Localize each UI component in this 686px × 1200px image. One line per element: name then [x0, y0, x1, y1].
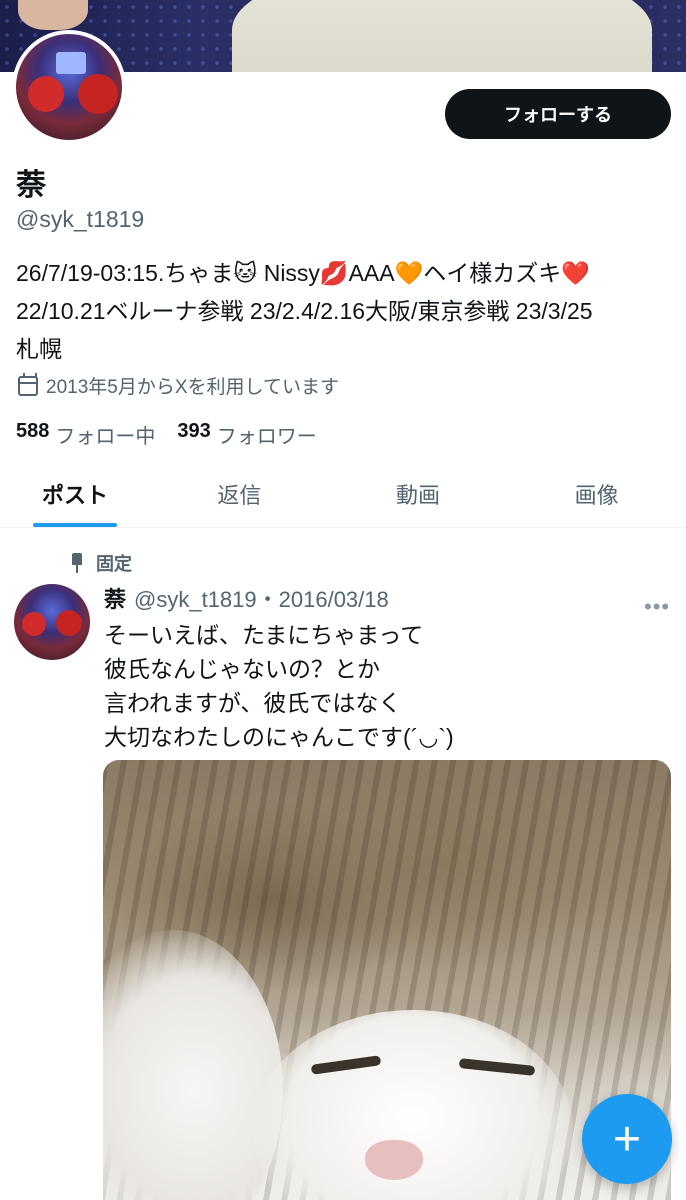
- banner-person: [232, 0, 652, 72]
- followers-label: フォロワー: [216, 426, 317, 448]
- pinned-label: 固定: [96, 554, 132, 574]
- tab-images[interactable]: 画像: [507, 460, 686, 527]
- following-count: 588: [16, 420, 50, 442]
- tab-replies[interactable]: 返信: [150, 460, 329, 527]
- avatar-figure-left: [28, 76, 64, 112]
- following-label: フォロー中: [55, 426, 156, 448]
- tab-posts[interactable]: ポスト: [0, 460, 150, 527]
- follow-button[interactable]: フォローする: [445, 89, 671, 139]
- tweet-header: 萘 @syk_t1819・2016/03/18: [104, 582, 389, 614]
- compose-button[interactable]: +: [582, 1094, 672, 1184]
- followers-link[interactable]: 393 フォロワー: [177, 420, 316, 449]
- pinned-indicator: 固定: [70, 550, 132, 576]
- banner-hand: [18, 0, 88, 30]
- more-options-icon[interactable]: •••: [644, 594, 670, 620]
- display-name: 萘: [16, 169, 46, 202]
- profile-handle: @syk_t1819: [16, 206, 145, 232]
- tweet-text: そーいえば、たまにちゃまって 彼氏なんじゃないの？とか 言われますが、彼氏ではな…: [104, 622, 454, 750]
- follow-stats: 588 フォロー中 393 フォロワー: [16, 420, 317, 449]
- profile-bio: 26/7/19-03:15.ちゃま🐱 Nissy💋AAA🧡ヘイ様カズキ❤️ 22…: [16, 260, 593, 362]
- pin-icon: [70, 553, 84, 573]
- tab-videos[interactable]: 動画: [329, 460, 508, 527]
- tweet-avatar-figure-right: [56, 610, 82, 636]
- tweet-meta[interactable]: @syk_t1819・2016/03/18: [134, 582, 389, 614]
- photo-cat-nose: [365, 1140, 423, 1180]
- plus-icon: +: [612, 1112, 642, 1166]
- following-link[interactable]: 588 フォロー中: [16, 420, 155, 449]
- profile-tabs: ポスト 返信 動画 画像: [0, 460, 686, 528]
- avatar-screen: [56, 52, 86, 74]
- profile-page: フォローする 萘 @syk_t1819 26/7/19-03:15.ちゃま🐱 N…: [0, 0, 686, 1200]
- profile-avatar[interactable]: [12, 30, 126, 144]
- joined-date: 2013年5月からXを利用しています: [18, 372, 339, 399]
- avatar-figure-right: [78, 74, 118, 114]
- calendar-icon: [18, 372, 38, 396]
- followers-count: 393: [177, 420, 211, 442]
- tweet-author-name[interactable]: 萘: [104, 582, 126, 614]
- tweet-avatar-figure-left: [22, 612, 46, 636]
- tweet-avatar[interactable]: [14, 584, 90, 660]
- joined-text: 2013年5月からXを利用しています: [46, 377, 339, 398]
